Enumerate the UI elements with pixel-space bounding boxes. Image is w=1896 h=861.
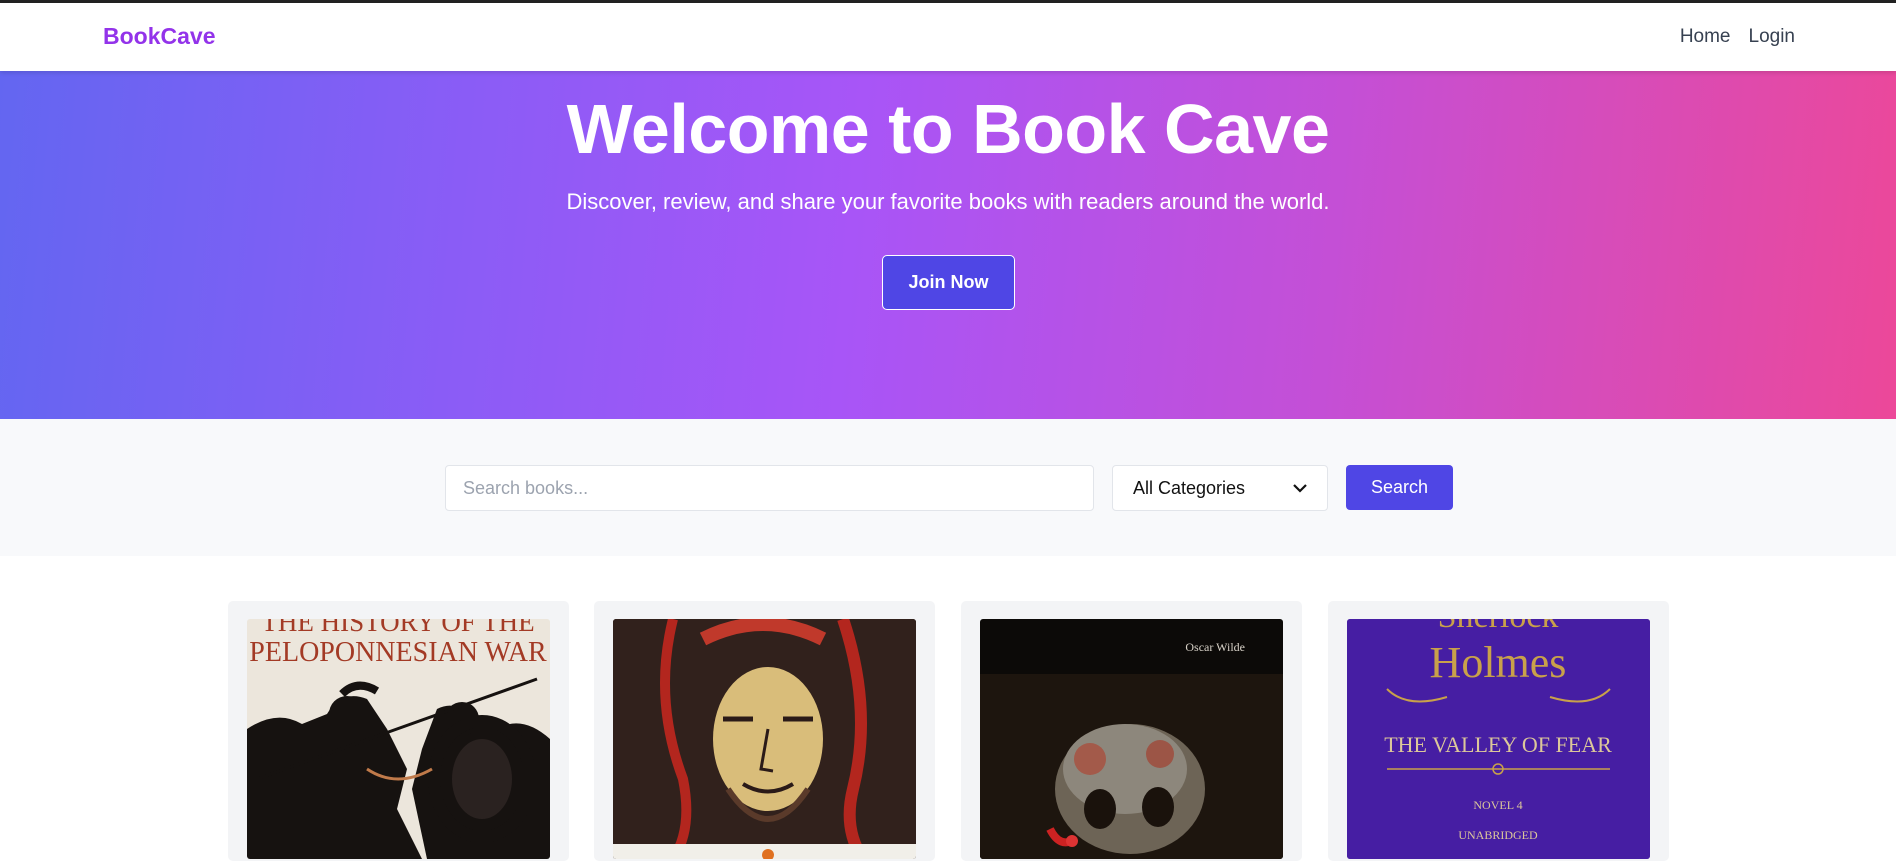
nav-link-home[interactable]: Home: [1680, 26, 1731, 48]
book-cover-series-title: Holmes: [1430, 638, 1567, 687]
search-button[interactable]: Search: [1346, 465, 1453, 510]
nav-links: Home Login: [1680, 26, 1795, 48]
book-cover-title-line: THE VALLEY OF FEAR: [1384, 732, 1612, 757]
book-card[interactable]: THE HISTORY OF THE PELOPONNESIAN WAR: [228, 601, 569, 861]
book-card[interactable]: [594, 601, 935, 861]
book-cover-subtitle: NOVEL 4: [1473, 798, 1522, 812]
search-input[interactable]: [445, 465, 1094, 511]
hero-title: Welcome to Book Cave: [566, 90, 1330, 168]
hero-subtitle: Discover, review, and share your favorit…: [566, 189, 1330, 214]
category-select[interactable]: All Categories: [1112, 465, 1328, 511]
category-select-value: All Categories: [1133, 477, 1246, 498]
hero-banner: Welcome to Book Cave Discover, review, a…: [0, 71, 1896, 419]
book-cover-title-line: THE HISTORY OF THE: [261, 619, 534, 637]
chevron-down-icon: [1293, 480, 1307, 496]
book-cover-subtitle: UNABRIDGED: [1458, 828, 1538, 842]
book-cover-image[interactable]: Oscar Wilde: [980, 619, 1283, 859]
book-card[interactable]: Oscar Wilde: [961, 601, 1302, 861]
book-cover-author: Oscar Wilde: [1185, 640, 1245, 654]
book-cover-image[interactable]: [613, 619, 916, 859]
book-grid: THE HISTORY OF THE PELOPONNESIAN WAR Osc…: [0, 556, 1896, 861]
book-cover-image[interactable]: Sherlock Holmes THE VALLEY OF FEAR NOVEL…: [1347, 619, 1650, 859]
book-cover-title-line: PELOPONNESIAN WAR: [249, 637, 547, 668]
brand-logo-link[interactable]: BookCave: [103, 23, 215, 50]
join-now-button[interactable]: Join Now: [882, 255, 1015, 310]
search-bar-section: All Categories Search: [0, 419, 1896, 556]
book-cover-series-title: Sherlock: [1438, 619, 1559, 635]
book-cover-image[interactable]: THE HISTORY OF THE PELOPONNESIAN WAR: [247, 619, 550, 859]
nav-link-login[interactable]: Login: [1749, 26, 1796, 48]
navbar: BookCave Home Login: [0, 3, 1896, 71]
book-card[interactable]: Sherlock Holmes THE VALLEY OF FEAR NOVEL…: [1328, 601, 1669, 861]
